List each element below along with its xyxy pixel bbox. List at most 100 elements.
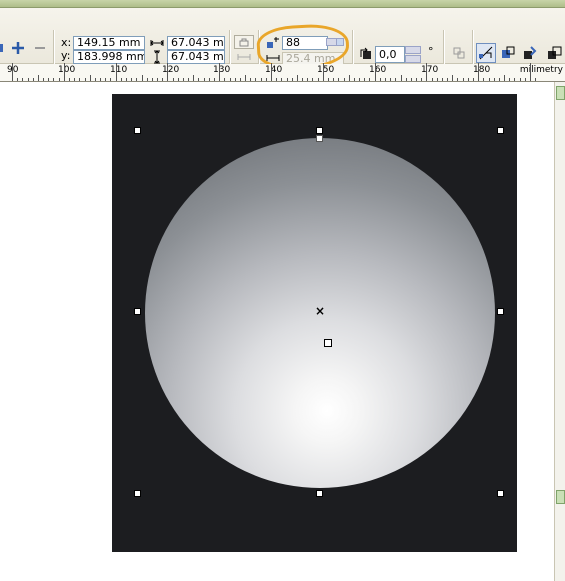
ruler-tick — [499, 78, 500, 81]
transparency-field[interactable]: 88 — [282, 36, 328, 50]
ruler-tick — [48, 78, 49, 81]
selection-handle-bottom[interactable] — [316, 490, 323, 497]
ruler-tick — [416, 78, 417, 81]
selection-handle-left[interactable] — [134, 308, 141, 315]
rotation-center-marker[interactable]: × — [315, 305, 325, 317]
rotate-icon — [358, 46, 374, 62]
horizontal-ruler[interactable]: 90 100 110 120 130 140 150 160 170 180 m… — [0, 63, 565, 82]
angle-unit: ° — [428, 45, 434, 58]
ruler-tick — [90, 75, 91, 81]
ruler-tick — [364, 78, 365, 81]
ruler-tick — [152, 78, 153, 81]
ruler-label: 110 — [110, 65, 128, 75]
ruler-tick — [297, 75, 298, 81]
ruler-tick — [33, 78, 34, 81]
ruler-tick — [535, 78, 536, 81]
ruler-tick — [380, 78, 381, 81]
selection-handle-top[interactable] — [316, 127, 323, 134]
toolbar-separator — [443, 30, 444, 64]
ruler-tick — [79, 78, 80, 81]
ruler-tick — [375, 63, 376, 81]
selection-handle-top-left[interactable] — [134, 127, 141, 134]
ruler-tick — [157, 78, 158, 81]
apply-icon[interactable] — [520, 43, 540, 63]
ruler-tick — [468, 78, 469, 81]
x-position-field[interactable]: 149.15 mm — [73, 36, 145, 50]
ruler-tick — [509, 78, 510, 81]
height-field[interactable]: 67.043 mm — [167, 50, 225, 64]
ruler-tick — [483, 78, 484, 81]
add-node-icon[interactable] — [9, 39, 27, 57]
ruler-tick — [17, 78, 18, 81]
ruler-tick — [162, 78, 163, 81]
ruler-tick — [354, 78, 355, 81]
selection-handle-bottom-left[interactable] — [134, 490, 141, 497]
ruler-tick — [437, 78, 438, 81]
toolbar-separator — [352, 30, 353, 64]
ruler-tick — [105, 78, 106, 81]
scroll-up-button[interactable] — [556, 86, 565, 100]
ruler-tick — [74, 78, 75, 81]
scroll-left-icon[interactable] — [0, 41, 6, 55]
ruler-tick — [28, 78, 29, 81]
ruler-tick — [292, 78, 293, 81]
ruler-tick — [69, 78, 70, 81]
ruler-label: 100 — [58, 65, 76, 75]
lock-ratio-icon[interactable] — [234, 35, 254, 49]
ruler-tick — [421, 78, 422, 81]
ruler-tick — [401, 75, 402, 81]
ruler-unit: milimetry — [519, 65, 563, 75]
remove-node-icon[interactable] — [31, 39, 49, 57]
ruler-tick — [59, 78, 60, 81]
ruler-tick — [323, 63, 324, 81]
gradient-end-node[interactable] — [316, 135, 323, 142]
ruler-tick — [328, 78, 329, 81]
ruler-tick — [344, 78, 345, 81]
selection-handle-right[interactable] — [497, 308, 504, 315]
scale-mode-icon[interactable] — [236, 51, 252, 63]
ruler-tick — [395, 78, 396, 81]
ruler-tick — [276, 78, 277, 81]
y-position-field[interactable]: 183.998 mm — [73, 50, 145, 64]
ruler-tick — [245, 75, 246, 81]
angle-spin-up[interactable] — [405, 46, 421, 54]
ruler-tick — [95, 78, 96, 81]
ruler-tick — [385, 78, 386, 81]
ruler-tick — [178, 78, 179, 81]
vertical-scrollbar[interactable] — [554, 82, 565, 581]
selection-handle-bottom-right[interactable] — [497, 490, 504, 497]
ruler-tick — [432, 78, 433, 81]
ruler-tick — [255, 78, 256, 81]
gradient-start-node[interactable] — [324, 339, 332, 347]
edge-pad-icon — [265, 52, 281, 64]
width-field[interactable]: 67.043 mm — [167, 36, 225, 50]
ruler-label: 160 — [369, 65, 387, 75]
ruler-tick — [359, 78, 360, 81]
transparency-spin[interactable] — [336, 38, 344, 46]
edit-gradient-icon[interactable] — [476, 43, 496, 63]
ruler-tick — [463, 78, 464, 81]
ruler-tick — [338, 78, 339, 81]
ruler-tick — [110, 78, 111, 81]
ruler-tick — [318, 78, 319, 81]
scroll-thumb[interactable] — [556, 490, 565, 504]
ruler-tick — [188, 78, 189, 81]
ruler-label: 120 — [162, 65, 180, 75]
ruler-tick — [287, 78, 288, 81]
ruler-tick — [494, 78, 495, 81]
ruler-tick — [250, 78, 251, 81]
arrange-icon[interactable] — [545, 43, 565, 63]
toolbar-separator — [229, 30, 230, 64]
angle-spin-down[interactable] — [405, 55, 421, 63]
selection-handle-top-right[interactable] — [497, 127, 504, 134]
freeze-icon[interactable] — [498, 43, 518, 63]
ruler-tick — [307, 78, 308, 81]
ruler-tick — [116, 63, 117, 81]
copy-properties-icon[interactable] — [450, 44, 468, 62]
ruler-label: 130 — [213, 65, 231, 75]
angle-field[interactable]: 0,0 — [375, 46, 405, 63]
ruler-tick — [209, 78, 210, 81]
toolbar-separator — [258, 30, 259, 64]
ruler-tick — [514, 78, 515, 81]
ruler-tick — [230, 78, 231, 81]
